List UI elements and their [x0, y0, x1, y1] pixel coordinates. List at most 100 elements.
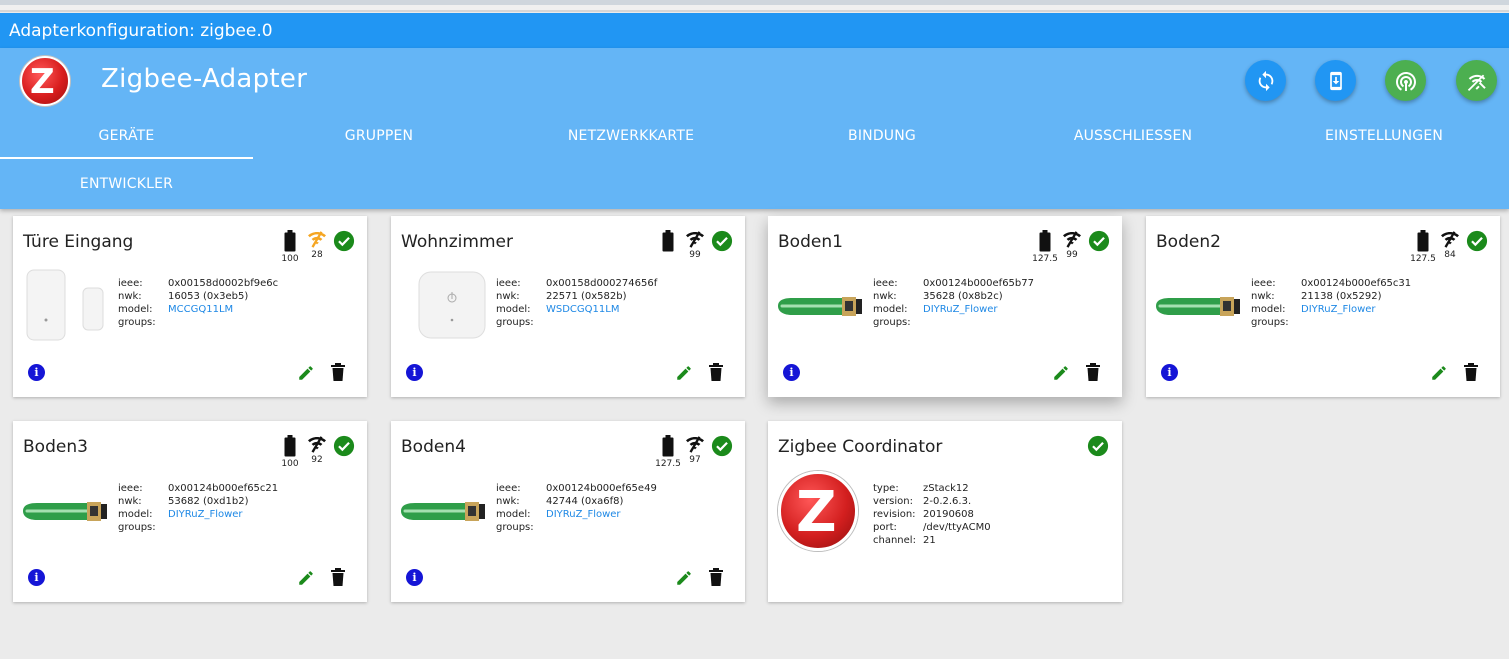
device-status: 100 28: [277, 230, 357, 270]
edit-button[interactable]: [297, 569, 315, 587]
device-nwk: 21138 (0x5292): [1301, 291, 1382, 302]
device-ieee: 0x00124b000ef65b77: [923, 278, 1034, 289]
device-info: ieee: 0x00158d0002bf9e6c nwk: 16053 (0x3eb5…: [118, 278, 279, 328]
status-ok-icon: [1086, 230, 1112, 252]
edit-button[interactable]: [1430, 364, 1448, 382]
link-quality-indicator: 28: [304, 230, 330, 260]
link-quality-icon: [304, 230, 330, 248]
battery-indicator: 100: [277, 230, 303, 264]
device-status: 99: [655, 230, 735, 270]
link-quality-value: 28: [311, 250, 323, 260]
battery-value: 100: [281, 459, 299, 469]
device-card: Boden1 127.5 99 ieee: 0x00124b000ef65b77 nwk:…: [768, 216, 1122, 397]
link-quality-indicator: 97: [682, 435, 708, 465]
battery-value: 127.5: [1032, 254, 1058, 264]
touchlink-button[interactable]: [1456, 60, 1497, 101]
pencil-icon: [675, 366, 693, 386]
trash-icon: [1463, 363, 1479, 385]
tab-geraete[interactable]: GERÄTE: [0, 128, 253, 144]
info-button[interactable]: i: [783, 364, 800, 381]
device-card: Boden4 127.5 97 ieee: 0x00124b000ef65e49 nwk:…: [391, 421, 745, 602]
delete-button[interactable]: [1463, 363, 1479, 381]
link-quality-indicator: 84: [1437, 230, 1463, 260]
battery-value: 127.5: [655, 459, 681, 469]
battery-indicator: 127.5: [655, 435, 681, 469]
device-model-link[interactable]: DIYRuZ_Flower: [1301, 303, 1376, 316]
device-model-link[interactable]: DIYRuZ_Flower: [168, 508, 243, 521]
device-ieee: 0x00124b000ef65e49: [546, 483, 657, 494]
device-ieee: 0x00158d000274656f: [546, 278, 658, 289]
battery-icon: [1410, 230, 1436, 252]
delete-button[interactable]: [1085, 363, 1101, 381]
install-device-button[interactable]: [1315, 60, 1356, 101]
info-button[interactable]: i: [28, 364, 45, 381]
device-status: 127.5 99: [1032, 230, 1112, 270]
pencil-icon: [675, 571, 693, 591]
delete-button[interactable]: [330, 568, 346, 586]
coordinator-channel: 21: [923, 535, 936, 546]
battery-icon: [1032, 230, 1058, 252]
device-status: 100 92: [277, 435, 357, 475]
status-ok-icon: [709, 230, 735, 252]
device-info: ieee: 0x00124b000ef65e49 nwk: 42744 (0xa6f8…: [496, 483, 657, 533]
coordinator-type: zStack12: [923, 483, 969, 494]
delete-button[interactable]: [330, 363, 346, 381]
device-model-link[interactable]: WSDCGQ11LM: [546, 303, 619, 316]
device-nwk: 53682 (0xd1b2): [168, 496, 249, 507]
device-ieee: 0x00158d0002bf9e6c: [168, 278, 279, 289]
edit-button[interactable]: [297, 364, 315, 382]
device-card: Boden3 100 92 ieee: 0x00124b000ef65c21 nwk: 53…: [13, 421, 367, 602]
edit-button[interactable]: [1052, 364, 1070, 382]
status-ok-icon: [331, 230, 357, 252]
edit-button[interactable]: [675, 569, 693, 587]
tab-einstellungen[interactable]: EINSTELLUNGEN: [1259, 128, 1509, 144]
device-model-link[interactable]: DIYRuZ_Flower: [923, 303, 998, 316]
device-name: Boden2: [1156, 232, 1221, 252]
tab-netzwerkkarte[interactable]: NETZWERKKARTE: [505, 128, 757, 144]
tab-gruppen[interactable]: GRUPPEN: [253, 128, 505, 144]
temp-sensor-image: [399, 268, 491, 343]
info-button[interactable]: i: [1161, 364, 1178, 381]
pairing-button[interactable]: [1385, 60, 1426, 101]
device-nwk: 16053 (0x3eb5): [168, 291, 249, 302]
delete-button[interactable]: [708, 363, 724, 381]
link-quality-icon: [1059, 230, 1085, 248]
tab-ausschliessen[interactable]: AUSSCHLIESSEN: [1007, 128, 1259, 144]
coordinator-port: /dev/ttyACM0: [923, 522, 991, 533]
zigbee-logo-icon: Z: [20, 56, 70, 106]
device-name: Boden1: [778, 232, 843, 252]
tab-bindung[interactable]: BINDUNG: [757, 128, 1007, 144]
battery-icon: [277, 230, 303, 252]
link-quality-value: 84: [1444, 250, 1456, 260]
device-ieee: 0x00124b000ef65c31: [1301, 278, 1412, 289]
device-name: Türe Eingang: [23, 232, 134, 252]
info-button[interactable]: i: [406, 364, 423, 381]
edit-button[interactable]: [675, 364, 693, 382]
device-info: ieee: 0x00124b000ef65b77 nwk: 35628 (0x8b2c…: [873, 278, 1034, 328]
delete-button[interactable]: [708, 568, 724, 586]
browser-top-strip: [0, 0, 1509, 12]
device-card: Türe Eingang 100 28 ieee: 0x00158d0002bf9e6c…: [13, 216, 367, 397]
link-quality-icon: [1437, 230, 1463, 248]
info-button[interactable]: i: [28, 569, 45, 586]
tab-entwickler[interactable]: ENTWICKLER: [0, 176, 253, 192]
device-model-link[interactable]: MCCGQ11LM: [168, 303, 233, 316]
device-model-link[interactable]: DIYRuZ_Flower: [546, 508, 621, 521]
device-card: Boden2 127.5 84 ieee: 0x00124b000ef65c31 nwk:…: [1146, 216, 1500, 397]
coordinator-card: Zigbee Coordinator Z type: zStack12 versi…: [768, 421, 1122, 602]
info-button[interactable]: i: [406, 569, 423, 586]
link-quality-icon: [304, 435, 330, 453]
coordinator-version: 2-0.2.6.3.: [923, 496, 972, 507]
status-ok-icon: [1085, 435, 1111, 457]
device-nwk: 35628 (0x8b2c): [923, 291, 1003, 302]
coordinator-info: type: zStack12 version: 2-0.2.6.3. revisio…: [873, 483, 991, 546]
device-info: ieee: 0x00158d000274656f nwk: 22571 (0x582b…: [496, 278, 658, 328]
download-device-icon: [1329, 71, 1342, 90]
window-title: Adapterkonfiguration: zigbee.0: [0, 13, 1509, 48]
pencil-icon: [1052, 366, 1070, 386]
trash-icon: [330, 363, 346, 385]
trash-icon: [1085, 363, 1101, 385]
link-quality-value: 99: [689, 250, 701, 260]
trash-icon: [330, 568, 346, 590]
refresh-button[interactable]: [1245, 60, 1286, 101]
